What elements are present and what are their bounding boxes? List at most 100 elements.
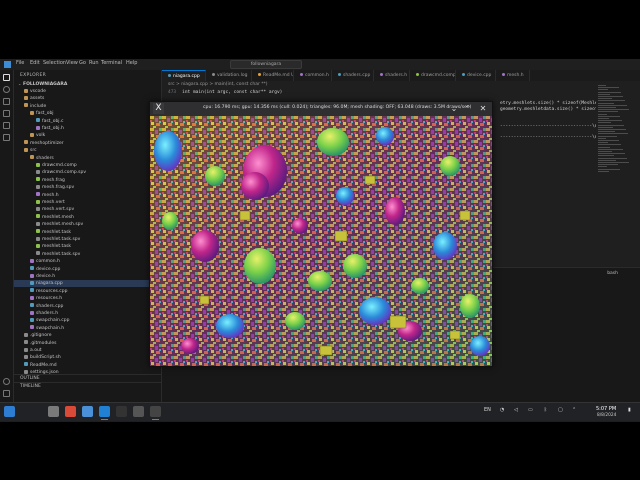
taskbar-files-icon[interactable] bbox=[82, 406, 93, 417]
tray-language[interactable]: EN bbox=[484, 407, 491, 413]
menu-view[interactable]: View bbox=[66, 60, 78, 66]
tree-folder[interactable]: vscode bbox=[14, 88, 171, 95]
menu-go[interactable]: Go bbox=[79, 60, 86, 66]
testing-icon[interactable] bbox=[3, 134, 10, 141]
editor-tab[interactable]: niagara.cpp bbox=[162, 70, 206, 81]
editor-tab[interactable]: ReadMe.md U bbox=[252, 70, 294, 81]
tree-folder[interactable]: src bbox=[14, 147, 171, 154]
tray-network-icon[interactable]: ◔ bbox=[500, 407, 504, 413]
run-debug-icon[interactable] bbox=[3, 110, 10, 117]
niagara-app-window[interactable]: X cpu: 16.790 ms; gpu: 14.356 ms (cull: … bbox=[149, 101, 493, 367]
rendered-cube bbox=[199, 295, 210, 305]
tree-file[interactable]: .gitignore bbox=[14, 332, 171, 339]
tray-volume-icon[interactable]: ◁ bbox=[514, 407, 518, 413]
tree-folder[interactable]: include bbox=[14, 103, 171, 110]
minimap-line bbox=[598, 85, 606, 86]
tree-file[interactable]: buildScript.sh bbox=[14, 354, 171, 361]
taskbar-vscode-icon[interactable] bbox=[99, 406, 110, 417]
breadcrumb[interactable]: src > niagara.cpp > main(int, const char… bbox=[168, 82, 268, 87]
tree-item-label: meshoptimizer bbox=[30, 140, 64, 146]
code-text: geometry.meshletdata.size() * sizeof( bbox=[500, 106, 601, 112]
file-icon bbox=[36, 192, 40, 197]
taskbar-unity-icon[interactable] bbox=[133, 406, 144, 417]
minimap[interactable] bbox=[596, 81, 632, 266]
app-titlebar[interactable]: X cpu: 16.790 ms; gpu: 14.356 ms (cull: … bbox=[150, 102, 492, 116]
gear-icon[interactable] bbox=[3, 390, 10, 397]
close-button[interactable]: ✕ bbox=[478, 104, 488, 114]
source-control-icon[interactable] bbox=[3, 98, 10, 105]
maximize-button[interactable]: ⌃ bbox=[463, 104, 473, 114]
tree-file[interactable]: ReadMe.md bbox=[14, 362, 171, 369]
tree-file[interactable]: .gitmodules bbox=[14, 340, 171, 347]
menu-file[interactable]: File bbox=[16, 60, 24, 66]
editor-tab[interactable]: common.h bbox=[294, 70, 332, 81]
file-type-icon bbox=[380, 73, 383, 76]
taskbar-terminal-icon[interactable] bbox=[116, 406, 127, 417]
search-icon[interactable] bbox=[3, 86, 10, 93]
file-icon bbox=[24, 332, 28, 337]
editor-tab[interactable]: shaders.cpp bbox=[332, 70, 374, 81]
taskbar-settings-icon[interactable] bbox=[48, 406, 59, 417]
menu-help[interactable]: Help bbox=[126, 60, 137, 66]
rendered-mesh bbox=[162, 212, 178, 230]
tray-battery-icon[interactable]: ▭ bbox=[528, 407, 533, 413]
tree-item-label: fast_obj bbox=[36, 111, 54, 117]
code-line: 473 int main(int argc, const char** argv) bbox=[168, 90, 282, 95]
minimap-line bbox=[598, 87, 619, 89]
account-icon[interactable] bbox=[3, 378, 10, 385]
editor-tab[interactable]: validation.log bbox=[206, 70, 252, 81]
menu-terminal[interactable]: Terminal bbox=[101, 60, 122, 66]
command-center-search[interactable]: followniagara bbox=[230, 60, 302, 69]
editor-tab[interactable]: drawcmd.comp bbox=[410, 70, 456, 81]
minimap-line bbox=[598, 142, 608, 144]
rendered-mesh bbox=[460, 294, 480, 318]
render-viewport[interactable] bbox=[150, 116, 492, 366]
tree-folder[interactable]: meshoptimizer bbox=[14, 140, 171, 147]
clock-date[interactable]: 8/8/2024 bbox=[597, 413, 616, 418]
editor-tab[interactable]: shaders.h bbox=[374, 70, 410, 81]
minimap-line bbox=[598, 93, 610, 95]
code-text: int main(int argc, const char** argv) bbox=[182, 90, 283, 95]
tree-item-label: shaders.h bbox=[36, 311, 59, 316]
tray-bluetooth-icon[interactable]: ᛒ bbox=[544, 407, 547, 413]
screen-frame: File Edit Selection View Go Run Terminal… bbox=[0, 59, 640, 422]
file-icon bbox=[24, 354, 28, 359]
project-root[interactable]: ⌄ FOLLOWNIAGARA bbox=[14, 80, 165, 87]
folder-icon bbox=[24, 147, 28, 152]
menu-edit[interactable]: Edit bbox=[30, 60, 40, 66]
minimap-line bbox=[598, 162, 629, 163]
taskbar-browser-icon[interactable] bbox=[65, 406, 76, 417]
rendered-mesh bbox=[440, 156, 460, 176]
tray-display-icon[interactable]: ▢ bbox=[558, 407, 563, 413]
editor-tab[interactable]: mesh.h bbox=[496, 70, 530, 81]
minimize-button[interactable]: ⌄ bbox=[449, 104, 459, 114]
tree-folder[interactable]: assets bbox=[14, 95, 171, 102]
explorer-icon[interactable] bbox=[3, 74, 10, 81]
tree-item-label: meshlet.task.spv bbox=[42, 237, 81, 242]
taskbar-niagara-icon[interactable] bbox=[150, 406, 161, 417]
minimap-line bbox=[598, 115, 620, 117]
menu-run[interactable]: Run bbox=[89, 60, 99, 66]
tree-item-label: meshlet.task bbox=[42, 229, 72, 235]
minimap-line bbox=[598, 91, 621, 93]
timeline-section[interactable]: TIMELINE bbox=[14, 382, 161, 390]
minimap-line bbox=[598, 107, 616, 108]
outline-section[interactable]: OUTLINE bbox=[14, 374, 161, 382]
tab-label: shaders.h bbox=[385, 73, 408, 78]
extensions-icon[interactable] bbox=[3, 122, 10, 129]
menu-selection[interactable]: Selection bbox=[43, 60, 66, 66]
minimap-line bbox=[598, 157, 627, 159]
tree-item-label: ReadMe.md bbox=[30, 362, 57, 368]
file-icon bbox=[30, 295, 34, 300]
tree-file[interactable]: a.out bbox=[14, 347, 171, 354]
taskbar-start-icon[interactable] bbox=[4, 406, 15, 417]
terminal-shell-label[interactable]: bash bbox=[607, 271, 618, 276]
rendered-mesh bbox=[376, 127, 394, 145]
editor-tab[interactable]: device.cpp bbox=[456, 70, 496, 81]
show-desktop-icon[interactable]: ▮ bbox=[628, 407, 631, 413]
tray-expand-icon[interactable]: ⌃ bbox=[572, 407, 576, 413]
clock-time[interactable]: 5:07 PM bbox=[596, 406, 616, 412]
rendered-mesh bbox=[343, 254, 367, 278]
explorer-sidebar: EXPLORER ⌄ FOLLOWNIAGARA vscode assets incl… bbox=[14, 70, 177, 410]
folder-icon bbox=[24, 140, 28, 145]
